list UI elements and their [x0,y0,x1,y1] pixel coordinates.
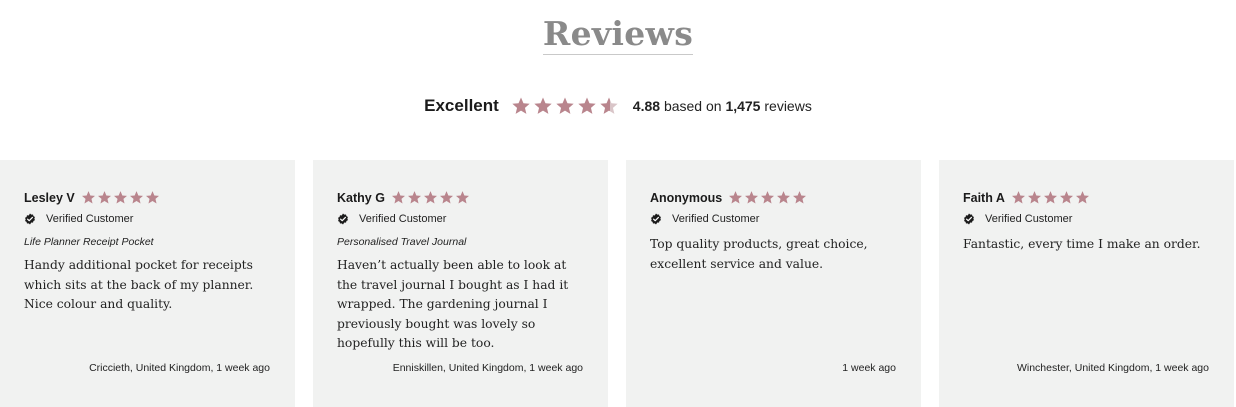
product-name: Life Planner Receipt Pocket [24,236,154,248]
review-count: 1,475 [725,98,761,114]
reviewer-name: Anonymous [650,190,723,205]
verified-check-icon [963,213,980,225]
verified-badge: Verified Customer [650,213,759,225]
star-icon [455,191,469,204]
star-icon [97,191,111,204]
star-icon [512,97,530,114]
verified-check-icon [337,213,354,225]
star-icon [113,191,127,204]
star-icon [407,191,421,204]
verified-label: Verified Customer [672,213,760,225]
star-icon [777,191,791,204]
review-card: Lesley V Verified Customer Life Planner … [0,160,295,407]
review-meta: Enniskillen, United Kingdom, 1 week ago [392,362,583,374]
star-icon [761,191,775,204]
review-header: Anonymous [650,190,808,205]
review-meta: 1 week ago [842,362,896,374]
verified-check-icon [650,213,667,225]
star-icon [1043,191,1057,204]
review-card: Faith A Verified Customer Fantastic, eve… [939,160,1234,407]
star-icon [145,191,159,204]
rating-score-line: 4.88 based on 1,475 reviews [633,98,812,114]
star-icon [745,191,759,204]
review-stars [728,190,808,205]
rating-label: Excellent [424,96,499,115]
review-text: Handy additional pocket for receipts whi… [24,258,254,311]
rating-score: 4.88 [632,98,661,114]
review-header: Lesley V [24,190,161,205]
star-icon [1075,191,1089,204]
review-card: Kathy G Verified Customer Personalised T… [313,160,608,407]
rating-summary: Excellent 4.88 based on 1,475 reviews [0,96,1236,116]
review-text: Top quality products, great choice, exce… [650,237,868,271]
product-name: Personalised Travel Journal [337,236,467,248]
reviews-heading: Reviews [542,14,694,55]
review-meta: Winchester, United Kingdom, 1 week ago [1016,362,1209,374]
verified-label: Verified Customer [46,213,134,225]
verified-badge: Verified Customer [24,213,133,225]
review-header: Kathy G [337,190,471,205]
star-icon [534,97,552,114]
review-stars [1011,190,1091,205]
star-icon [793,191,807,204]
star-icon [1011,191,1025,204]
star-icon [729,191,743,204]
star-icon [81,191,95,204]
reviews-word: reviews [764,98,812,114]
review-meta: Criccieth, United Kingdom, 1 week ago [89,362,270,374]
star-icon [423,191,437,204]
star-icon [391,191,405,204]
star-icon [1027,191,1041,204]
star-icon [600,97,618,114]
review-header: Faith A [963,190,1091,205]
review-card: Anonymous Verified Customer Top quality … [626,160,921,407]
verified-label: Verified Customer [985,213,1073,225]
reviews-heading-wrap: Reviews [0,14,1236,55]
reviewer-name: Kathy G [337,190,385,205]
star-icon [578,97,596,114]
review-cards: Lesley V Verified Customer Life Planner … [0,160,1236,407]
review-stars [391,190,471,205]
reviewer-name: Faith A [963,190,1005,205]
verified-check-icon [24,213,41,225]
review-text: Haven’t actually been able to look at th… [337,258,569,350]
review-text: Fantastic, every time I make an order. [963,237,1201,251]
reviewer-name: Lesley V [24,190,75,205]
star-icon [556,97,574,114]
review-stars [81,190,161,205]
verified-label: Verified Customer [359,213,447,225]
summary-stars [511,96,621,116]
based-on-text: based on [663,98,722,114]
verified-badge: Verified Customer [337,213,446,225]
star-icon [129,191,143,204]
verified-badge: Verified Customer [963,213,1072,225]
star-icon [1059,191,1073,204]
star-icon [439,191,453,204]
